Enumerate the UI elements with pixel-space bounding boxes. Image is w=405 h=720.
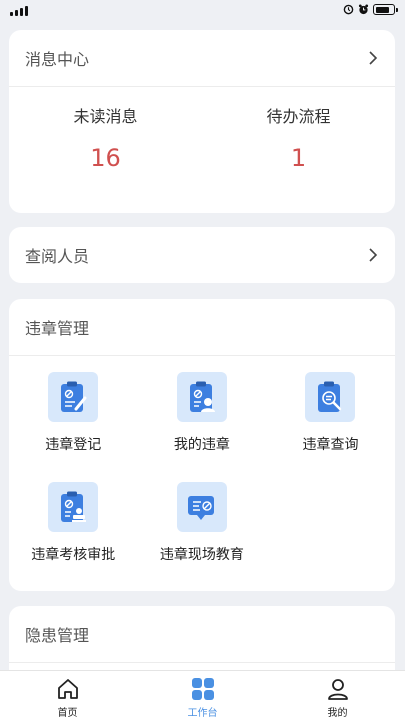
grid-label: 违章查询 <box>302 437 359 453</box>
tab-label: 工作台 <box>187 708 218 719</box>
violation-search-icon <box>305 372 356 422</box>
tab-home[interactable]: 首页 <box>0 671 135 720</box>
divider <box>9 662 395 663</box>
chevron-right-icon <box>369 248 378 262</box>
grid-label: 违章考核审批 <box>31 547 116 563</box>
message-center-title: 消息中心 <box>25 50 90 69</box>
viewers-card[interactable]: 查阅人员 <box>9 227 395 283</box>
tab-profile[interactable]: 我的 <box>270 671 405 720</box>
violation-education-icon <box>176 482 227 532</box>
unread-messages-stat[interactable]: 未读消息 16 <box>9 87 202 213</box>
hazard-title: 隐患管理 <box>25 626 90 645</box>
message-center-header[interactable]: 消息中心 <box>9 30 395 86</box>
violation-education-button[interactable]: 违章现场教育 <box>138 482 267 592</box>
violation-title: 违章管理 <box>25 319 90 338</box>
stat-label: 待办流程 <box>266 107 331 126</box>
stat-label: 未读消息 <box>73 107 138 126</box>
grid-label: 我的违章 <box>173 437 230 453</box>
pending-process-stat[interactable]: 待办流程 1 <box>202 87 395 213</box>
status-bar <box>0 0 405 24</box>
home-icon <box>57 679 78 699</box>
workbench-icon <box>191 678 214 700</box>
stat-value: 1 <box>290 144 307 172</box>
violation-card: 违章管理 违章登记 我的违章 违章查询 违章考核审批 违章现场教育 <box>9 299 395 591</box>
violation-approval-button[interactable]: 违章考核审批 <box>9 482 138 592</box>
tab-label: 我的 <box>327 708 348 719</box>
battery-icon <box>373 4 398 15</box>
signal-icon <box>10 6 28 16</box>
violation-search-button[interactable]: 违章查询 <box>266 372 395 482</box>
clock-icon <box>358 4 369 15</box>
violation-register-button[interactable]: 违章登记 <box>9 372 138 482</box>
alarm-icon <box>343 4 354 15</box>
profile-icon <box>327 679 348 700</box>
viewers-title: 查阅人员 <box>25 247 90 266</box>
bottom-tabbar: 首页 工作台 我的 <box>0 670 405 720</box>
chevron-right-icon <box>369 51 378 65</box>
grid-label: 违章现场教育 <box>159 547 244 563</box>
stat-value: 16 <box>90 144 121 172</box>
my-violation-button[interactable]: 我的违章 <box>138 372 267 482</box>
violation-approval-icon <box>48 482 99 532</box>
violation-register-icon <box>48 372 99 422</box>
message-center-card: 消息中心 未读消息 16 待办流程 1 <box>9 30 395 213</box>
tab-label: 首页 <box>57 708 78 719</box>
tab-workbench[interactable]: 工作台 <box>135 671 270 720</box>
my-violation-icon <box>176 372 227 422</box>
grid-label: 违章登记 <box>45 437 102 453</box>
